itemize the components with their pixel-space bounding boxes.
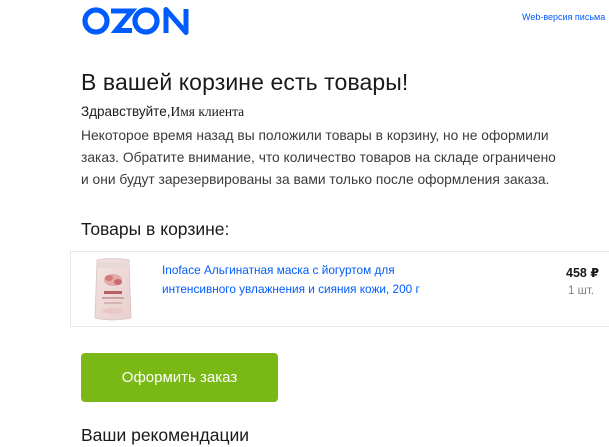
greeting: Здравствуйте,Имя клиента — [81, 104, 244, 120]
body-line: заказ. Обратите внимание, что количество… — [81, 150, 556, 165]
ozon-logo[interactable] — [82, 6, 198, 38]
cart-heading: Товары в корзине: — [81, 219, 230, 239]
web-version-link[interactable]: Web-версия письма — [522, 12, 605, 22]
cart-item: Inoface Альгинатная маска с йогуртом для… — [70, 251, 609, 327]
product-quantity: 1 шт. — [568, 285, 595, 297]
email-body: Некоторое время назад вы положили товары… — [81, 125, 609, 191]
greeting-text: Здравствуйте, — [81, 104, 171, 119]
body-line: Некоторое время назад вы положили товары… — [81, 128, 549, 143]
product-name-line: Inoface Альгинатная маска с йогуртом для — [162, 263, 395, 277]
body-line: и они будут зарезервированы за вами толь… — [81, 172, 550, 187]
ozon-logo-icon — [82, 7, 189, 35]
product-name-link[interactable]: Inoface Альгинатная маска с йогуртом для… — [162, 261, 462, 299]
product-price: 458 ₽ — [566, 266, 600, 280]
product-name-line: интенсивного увлажнения и сияния кожи, 2… — [162, 282, 420, 296]
product-package-icon — [94, 258, 132, 321]
recommendations-heading: Ваши рекомендации — [81, 425, 250, 445]
email-title: В вашей корзине есть товары! — [81, 69, 409, 95]
product-image[interactable] — [91, 256, 135, 324]
client-name: Имя клиента — [170, 104, 245, 119]
checkout-button[interactable]: Оформить заказ — [81, 353, 278, 402]
